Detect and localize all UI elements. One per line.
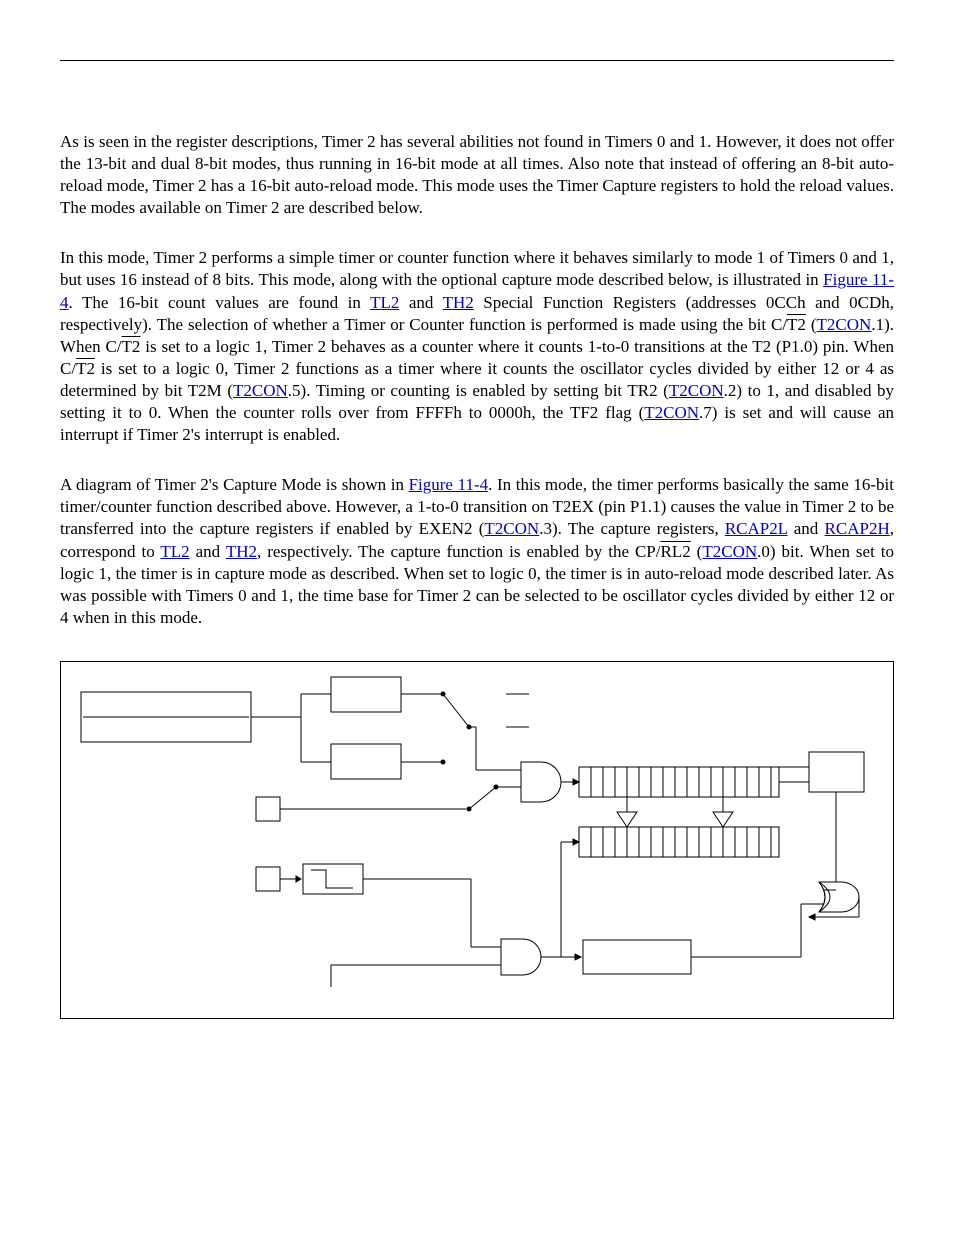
body-text: .5). Timing or counting is enabled by se… <box>288 381 669 400</box>
paragraph-16bit-mode: In this mode, Timer 2 performs a simple … <box>60 247 894 446</box>
t2con-link[interactable]: T2CON <box>484 519 539 538</box>
t2con-link[interactable]: T2CON <box>669 381 724 400</box>
diagram-svg <box>71 672 881 1012</box>
body-text: and <box>399 293 442 312</box>
header-rule <box>60 60 894 61</box>
body-text: ( <box>691 542 703 561</box>
overline-t2: T2 <box>122 337 141 356</box>
body-text: .3). The capture registers, <box>539 519 725 538</box>
body-text: and <box>788 519 825 538</box>
th2-link[interactable]: TH2 <box>443 293 474 312</box>
t2con-link[interactable]: T2CON <box>702 542 757 561</box>
paragraph-capture-mode: A diagram of Timer 2's Capture Mode is s… <box>60 474 894 629</box>
body-text: A diagram of Timer 2's Capture Mode is s… <box>60 475 409 494</box>
t2con-link[interactable]: T2CON <box>644 403 699 422</box>
rcap2l-link[interactable]: RCAP2L <box>725 519 788 538</box>
paragraph-modes-intro: As is seen in the register descriptions,… <box>60 131 894 219</box>
overline-t2: T2 <box>787 315 806 334</box>
t2con-link[interactable]: T2CON <box>817 315 872 334</box>
body-text: In this mode, Timer 2 performs a simple … <box>60 248 894 289</box>
t2con-link[interactable]: T2CON <box>233 381 288 400</box>
timer2-capture-diagram <box>60 661 894 1019</box>
overline-t2: T2 <box>76 359 95 378</box>
body-text: , respectively. The capture function is … <box>257 542 660 561</box>
body-text: As is seen in the register descriptions,… <box>60 132 894 217</box>
tl2-link[interactable]: TL2 <box>370 293 399 312</box>
th2-link[interactable]: TH2 <box>226 542 257 561</box>
overline-rl2: RL2 <box>660 542 690 561</box>
tl2-link[interactable]: TL2 <box>160 542 189 561</box>
body-text: ( <box>806 315 817 334</box>
rcap2h-link[interactable]: RCAP2H <box>825 519 890 538</box>
figure-11-4-link[interactable]: Figure 11-4 <box>409 475 489 494</box>
page: As is seen in the register descriptions,… <box>0 0 954 1059</box>
body-text: and <box>190 542 226 561</box>
body-text: . The 16-bit count values are found in <box>69 293 371 312</box>
